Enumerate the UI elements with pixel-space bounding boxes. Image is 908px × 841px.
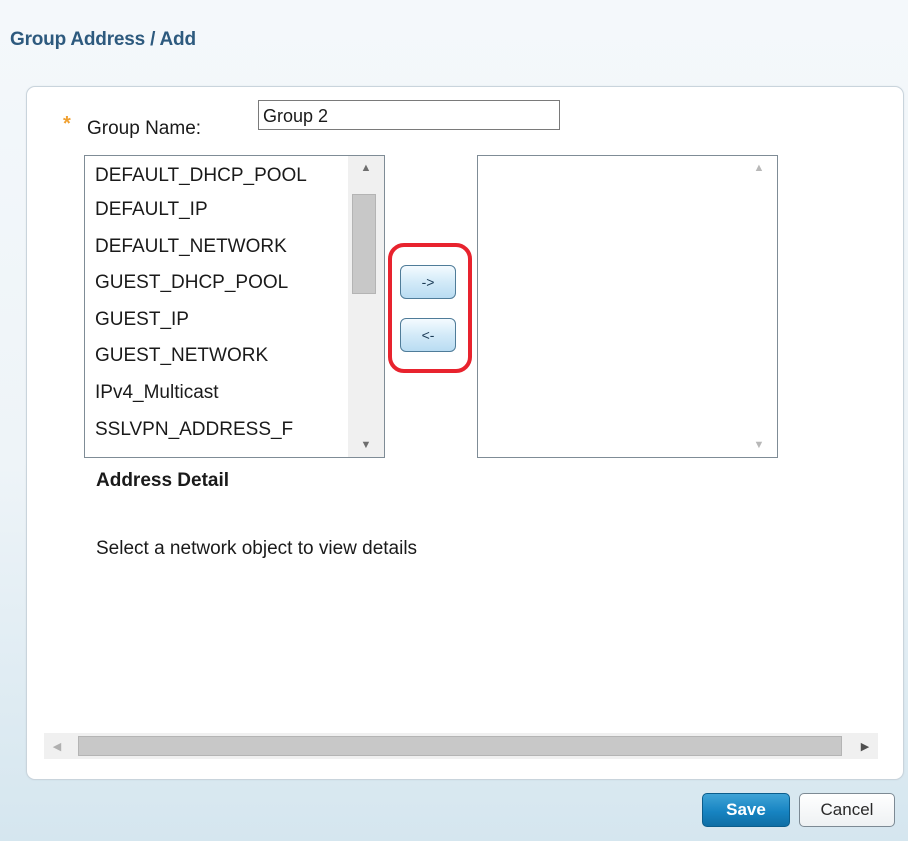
- available-objects-items: DEFAULT_DHCP_POOL DEFAULT_IP DEFAULT_NET…: [85, 156, 348, 457]
- triangle-down-icon[interactable]: ▼: [741, 433, 777, 457]
- triangle-left-icon[interactable]: ◀: [44, 733, 70, 759]
- group-members-scrollbar[interactable]: ▲ ▼: [741, 156, 777, 457]
- address-detail-placeholder: Select a network object to view details: [96, 538, 418, 559]
- group-members-listbox[interactable]: ▲ ▼: [477, 155, 778, 458]
- required-marker: *: [63, 113, 71, 135]
- available-list-scrollbar[interactable]: ▲ ▼: [348, 156, 384, 457]
- list-item[interactable]: DEFAULT_NETWORK: [85, 229, 348, 266]
- list-item[interactable]: SSLVPN_ADDRESS_F: [85, 412, 348, 449]
- remove-from-group-button[interactable]: <-: [400, 318, 456, 352]
- group-address-add-page: Group Address / Add * Group Name: DEFAUL…: [0, 0, 908, 841]
- cancel-button[interactable]: Cancel: [799, 793, 895, 827]
- list-item[interactable]: IPv4_Multicast: [85, 375, 348, 412]
- horizontal-scrollbar[interactable]: ◀ ▶: [44, 733, 878, 759]
- save-button[interactable]: Save: [702, 793, 790, 827]
- address-detail-heading: Address Detail: [96, 470, 230, 491]
- scrollbar-thumb[interactable]: [78, 736, 842, 756]
- scrollbar-thumb[interactable]: [352, 194, 376, 294]
- triangle-right-icon[interactable]: ▶: [852, 733, 878, 759]
- triangle-down-icon[interactable]: ▼: [348, 433, 384, 457]
- available-objects-listbox[interactable]: DEFAULT_DHCP_POOL DEFAULT_IP DEFAULT_NET…: [84, 155, 385, 458]
- triangle-up-icon[interactable]: ▲: [348, 156, 384, 180]
- list-item[interactable]: GUEST_DHCP_POOL: [85, 265, 348, 302]
- transfer-buttons-highlight: [388, 243, 472, 373]
- list-item[interactable]: GUEST_IP: [85, 302, 348, 339]
- triangle-up-icon[interactable]: ▲: [741, 156, 777, 180]
- add-to-group-button[interactable]: ->: [400, 265, 456, 299]
- page-title: Group Address / Add: [10, 29, 196, 50]
- group-name-label: Group Name:: [87, 118, 202, 139]
- group-name-input[interactable]: [258, 100, 560, 130]
- list-item[interactable]: DEFAULT_DHCP_POOL: [85, 162, 348, 192]
- list-item[interactable]: GUEST_NETWORK: [85, 338, 348, 375]
- list-item[interactable]: DEFAULT_IP: [85, 192, 348, 229]
